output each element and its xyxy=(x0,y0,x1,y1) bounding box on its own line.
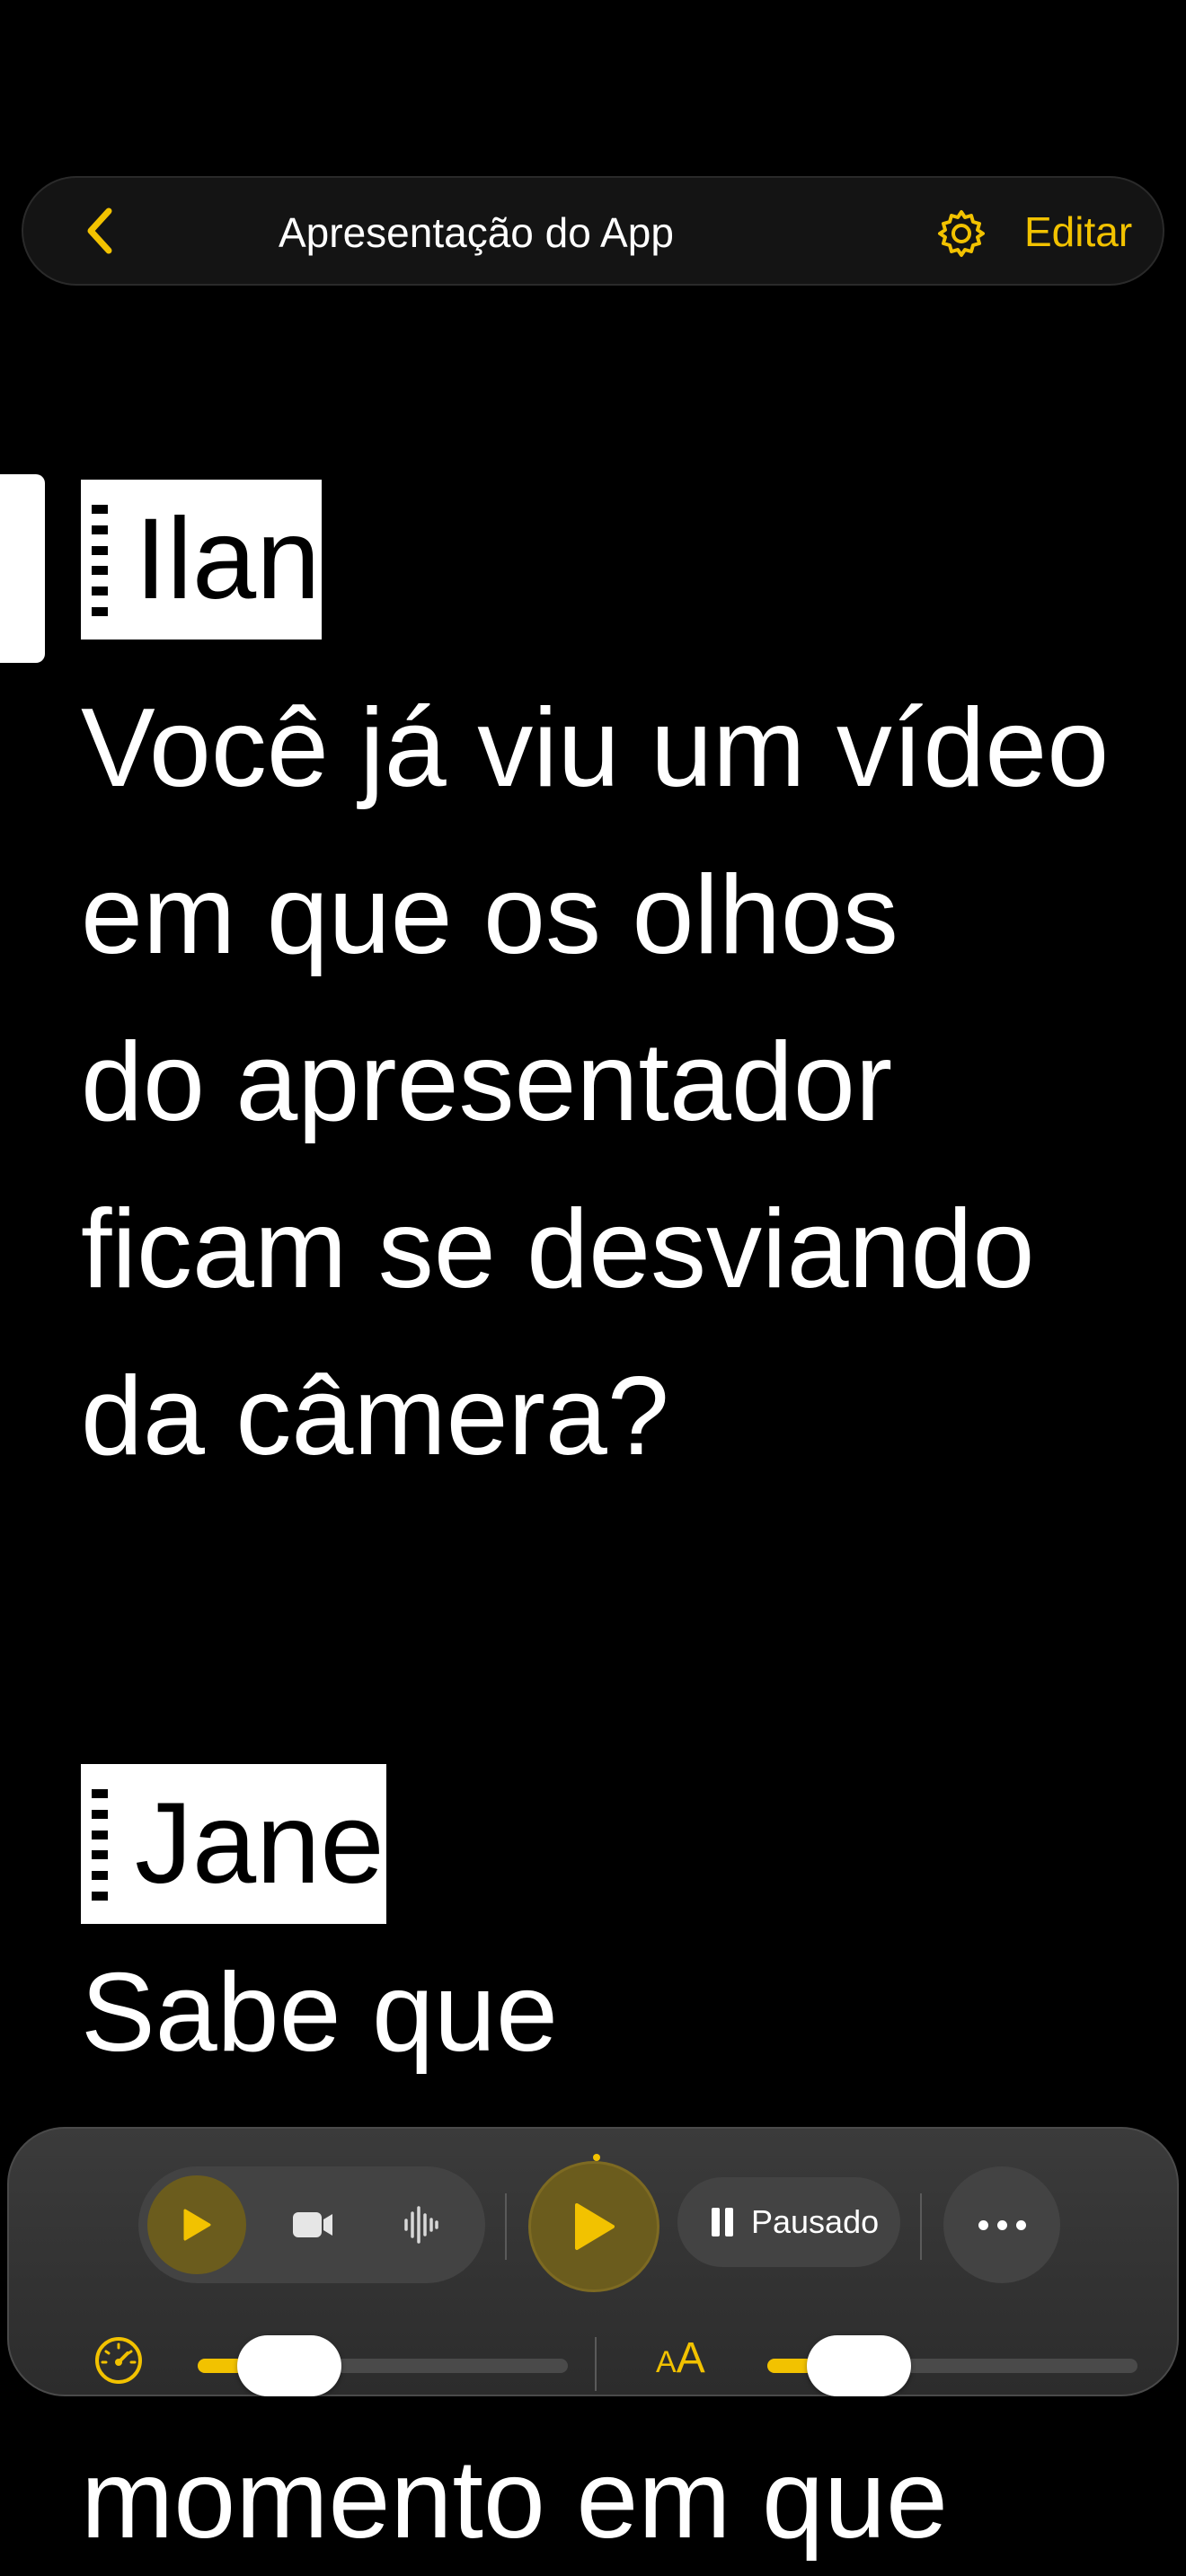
speedometer-icon xyxy=(95,2337,142,2384)
navigation-bar: Apresentação do App Editar xyxy=(22,176,1164,286)
play-icon xyxy=(183,2209,211,2241)
waveform-icon[interactable] xyxy=(403,2204,438,2245)
divider xyxy=(595,2337,597,2391)
recording-indicator xyxy=(593,2154,600,2161)
script-line: do apresentador xyxy=(81,1020,893,1144)
page-title: Apresentação do App xyxy=(279,209,674,256)
script-line: da câmera? xyxy=(81,1354,669,1478)
divider xyxy=(920,2193,922,2260)
script-line: Sabe que xyxy=(81,1951,558,2075)
reading-position-marker xyxy=(0,474,45,663)
speaker-label: Jane xyxy=(81,1764,386,1924)
play-button[interactable] xyxy=(528,2161,659,2292)
script-line: em que os olhos xyxy=(81,853,898,977)
more-options-button[interactable] xyxy=(943,2166,1060,2283)
speaker-label: Ilan xyxy=(81,480,323,640)
script-line: momento em que xyxy=(81,2438,948,2562)
text-size-slider[interactable] xyxy=(767,2335,1137,2396)
speaker-marker-icon xyxy=(92,1789,110,1901)
script-paragraph: Sabe que xyxy=(81,1929,558,2096)
speaker-marker-icon xyxy=(92,505,110,616)
script-line: Você já viu um vídeo xyxy=(81,686,1110,810)
text-size-icon: AA xyxy=(656,2334,705,2382)
pause-icon xyxy=(712,2208,733,2236)
speed-slider[interactable] xyxy=(198,2335,568,2396)
ellipsis-icon xyxy=(978,2219,988,2230)
script-line: ficam se desviando xyxy=(81,1187,1035,1311)
speaker-name: Ilan xyxy=(135,495,321,623)
gear-icon[interactable] xyxy=(934,207,988,260)
speed-slider-thumb[interactable] xyxy=(237,2335,341,2396)
script-paragraph: Você já viu um vídeo em que os olhos do … xyxy=(81,665,1109,1500)
play-icon xyxy=(575,2203,615,2250)
camera-icon[interactable] xyxy=(291,2207,334,2243)
speaker-name: Jane xyxy=(135,1779,385,1908)
status-label: Pausado xyxy=(751,2203,880,2240)
teleprompter-screen: Apresentação do App Editar Ilan Você já … xyxy=(0,0,1186,2576)
text-size-slider-thumb[interactable] xyxy=(807,2335,911,2396)
edit-button[interactable]: Editar xyxy=(1024,208,1132,255)
mode-selector xyxy=(138,2166,485,2283)
playback-control-panel: Pausado AA xyxy=(7,2127,1179,2396)
divider xyxy=(505,2193,507,2260)
status-badge: Pausado xyxy=(677,2177,900,2267)
mode-play-button[interactable] xyxy=(147,2175,246,2274)
